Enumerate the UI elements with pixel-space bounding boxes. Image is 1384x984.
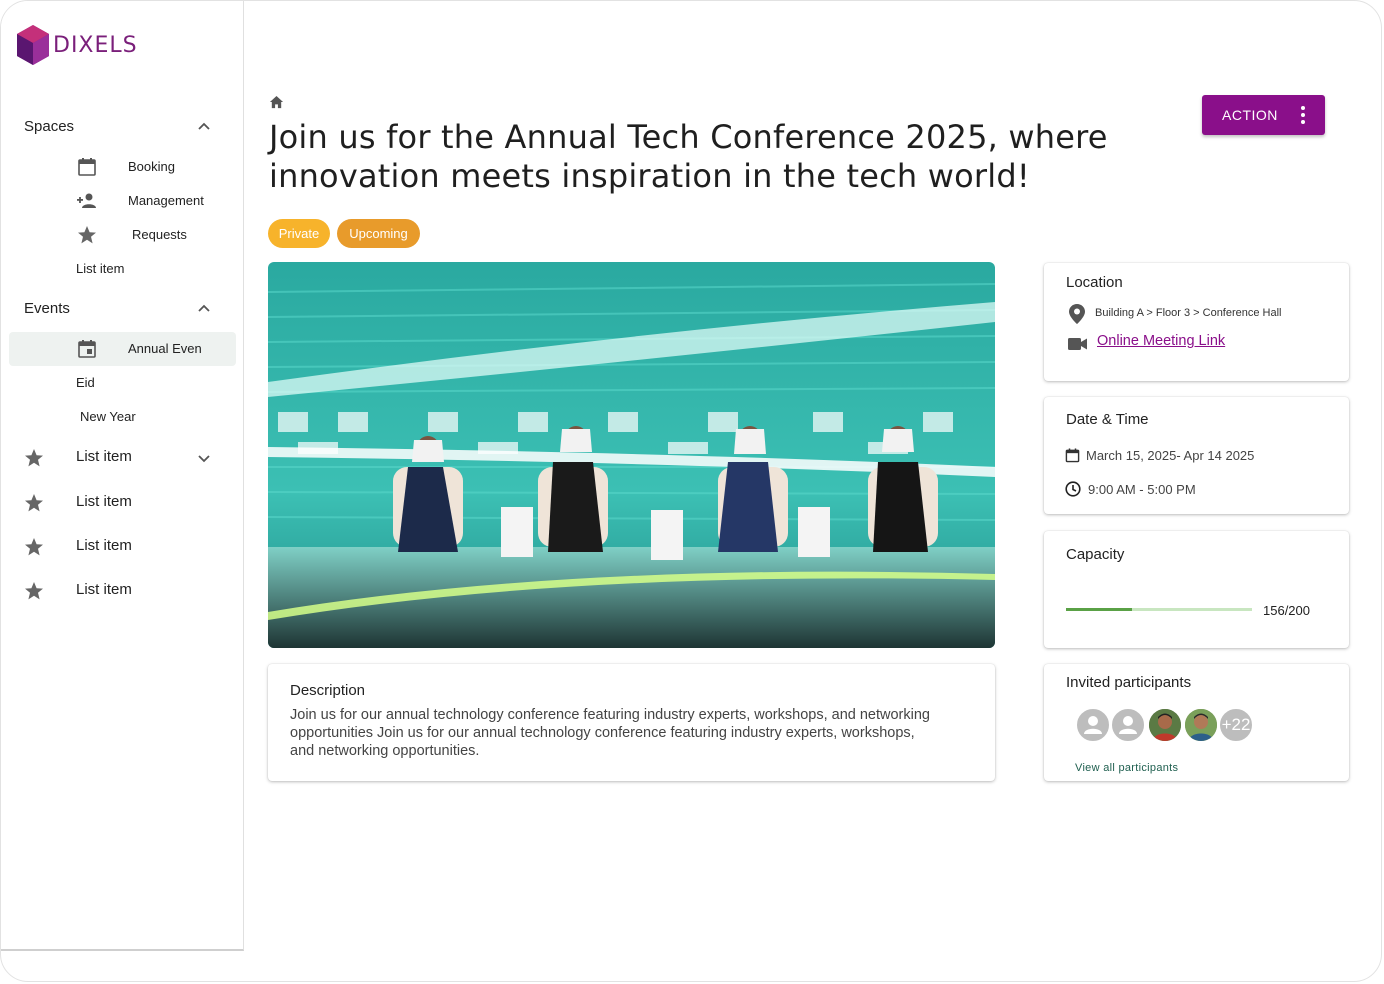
- sidebar-list-item-label: List item: [76, 493, 132, 510]
- sidebar-item-requests[interactable]: Requests: [132, 227, 187, 242]
- brand-logo[interactable]: DIXELS: [17, 25, 138, 65]
- person-icon: [1084, 716, 1102, 734]
- person-photo-icon: [1185, 709, 1217, 741]
- capacity-title: Capacity: [1066, 546, 1125, 563]
- capacity-progress-fill: [1066, 608, 1132, 611]
- datetime-card: Date & Time March 15, 2025- Apr 14 2025 …: [1044, 397, 1349, 514]
- more-vert-icon: [1301, 106, 1305, 124]
- event-hero-image: [268, 262, 995, 648]
- action-button[interactable]: ACTION: [1202, 95, 1325, 135]
- sidebar-section-spaces[interactable]: Spaces: [24, 118, 74, 135]
- app-window: DIXELS Spaces Booking Management Request…: [0, 0, 1382, 982]
- capacity-progress-bar: [1066, 608, 1252, 611]
- sidebar-list-item-label: List item: [76, 581, 132, 598]
- location-pin-icon: [1069, 304, 1085, 324]
- action-button-label: ACTION: [1222, 107, 1278, 123]
- avatar[interactable]: [1147, 707, 1183, 743]
- description-text: Join us for our annual technology confer…: [290, 707, 930, 759]
- star-icon: [25, 582, 43, 600]
- sidebar-item-eid[interactable]: Eid: [76, 375, 95, 390]
- sidebar-list-item[interactable]: List item: [24, 446, 224, 470]
- chevron-up-icon[interactable]: [197, 302, 211, 316]
- chevron-up-icon[interactable]: [197, 120, 211, 134]
- sidebar-section-events[interactable]: Events: [24, 300, 70, 317]
- event-hours: 9:00 AM - 5:00 PM: [1088, 482, 1196, 497]
- participants-title: Invited participants: [1066, 674, 1192, 691]
- sidebar-list-item-label: List item: [76, 448, 132, 465]
- sidebar-item-booking[interactable]: Booking: [128, 159, 175, 174]
- chevron-down-icon[interactable]: [197, 451, 211, 465]
- sidebar: DIXELS Spaces Booking Management Request…: [1, 1, 244, 951]
- view-all-participants-link[interactable]: View all participants: [1075, 762, 1178, 774]
- location-card: Location Building A > Floor 3 > Conferen…: [1044, 263, 1349, 381]
- event-icon: [78, 340, 96, 358]
- person-icon: [1119, 716, 1137, 734]
- sidebar-list-item-label: List item: [76, 537, 132, 554]
- clock-icon: [1065, 481, 1081, 497]
- person-add-icon: [77, 193, 96, 208]
- avatar[interactable]: [1110, 707, 1146, 743]
- sidebar-list-item[interactable]: List item: [24, 535, 224, 559]
- event-dates: March 15, 2025- Apr 14 2025: [1086, 448, 1255, 463]
- sidebar-item-management[interactable]: Management: [128, 193, 204, 208]
- online-meeting-link[interactable]: Online Meeting Link: [1097, 333, 1225, 349]
- star-icon: [25, 538, 43, 556]
- sidebar-item-annual-event[interactable]: Annual Even: [128, 341, 202, 356]
- badge-private: Private: [268, 219, 330, 248]
- location-address: Building A > Floor 3 > Conference Hall: [1095, 307, 1282, 319]
- avatar[interactable]: [1183, 707, 1219, 743]
- page-title: Join us for the Annual Tech Conference 2…: [269, 118, 1108, 195]
- brand-name: DIXELS: [53, 32, 138, 58]
- video-camera-icon: [1068, 338, 1087, 350]
- capacity-value: 156/200: [1263, 603, 1310, 618]
- person-photo-icon: [1149, 709, 1181, 741]
- star-icon: [78, 226, 96, 244]
- datetime-title: Date & Time: [1066, 411, 1149, 428]
- sidebar-item-new-year[interactable]: New Year: [80, 409, 136, 424]
- star-icon: [25, 494, 43, 512]
- home-icon[interactable]: [269, 95, 284, 110]
- capacity-card: Capacity 156/200: [1044, 531, 1349, 648]
- sidebar-list-item[interactable]: List item: [24, 579, 224, 603]
- description-title: Description: [290, 682, 366, 699]
- avatar[interactable]: [1075, 707, 1111, 743]
- description-card: Description Join us for our annual techn…: [268, 664, 995, 781]
- sidebar-item-list-item[interactable]: List item: [76, 261, 124, 276]
- location-title: Location: [1066, 274, 1123, 291]
- badge-upcoming: Upcoming: [337, 219, 420, 248]
- star-icon: [25, 449, 43, 467]
- sidebar-item-active-bg: [9, 332, 236, 366]
- calendar-icon: [1065, 448, 1080, 463]
- dixels-logo-icon: [17, 25, 49, 65]
- participants-card: Invited participants +22 View all partic…: [1044, 664, 1349, 781]
- sidebar-list-item[interactable]: List item: [24, 491, 224, 515]
- calendar-icon: [78, 158, 96, 176]
- more-participants-badge[interactable]: +22: [1218, 707, 1254, 743]
